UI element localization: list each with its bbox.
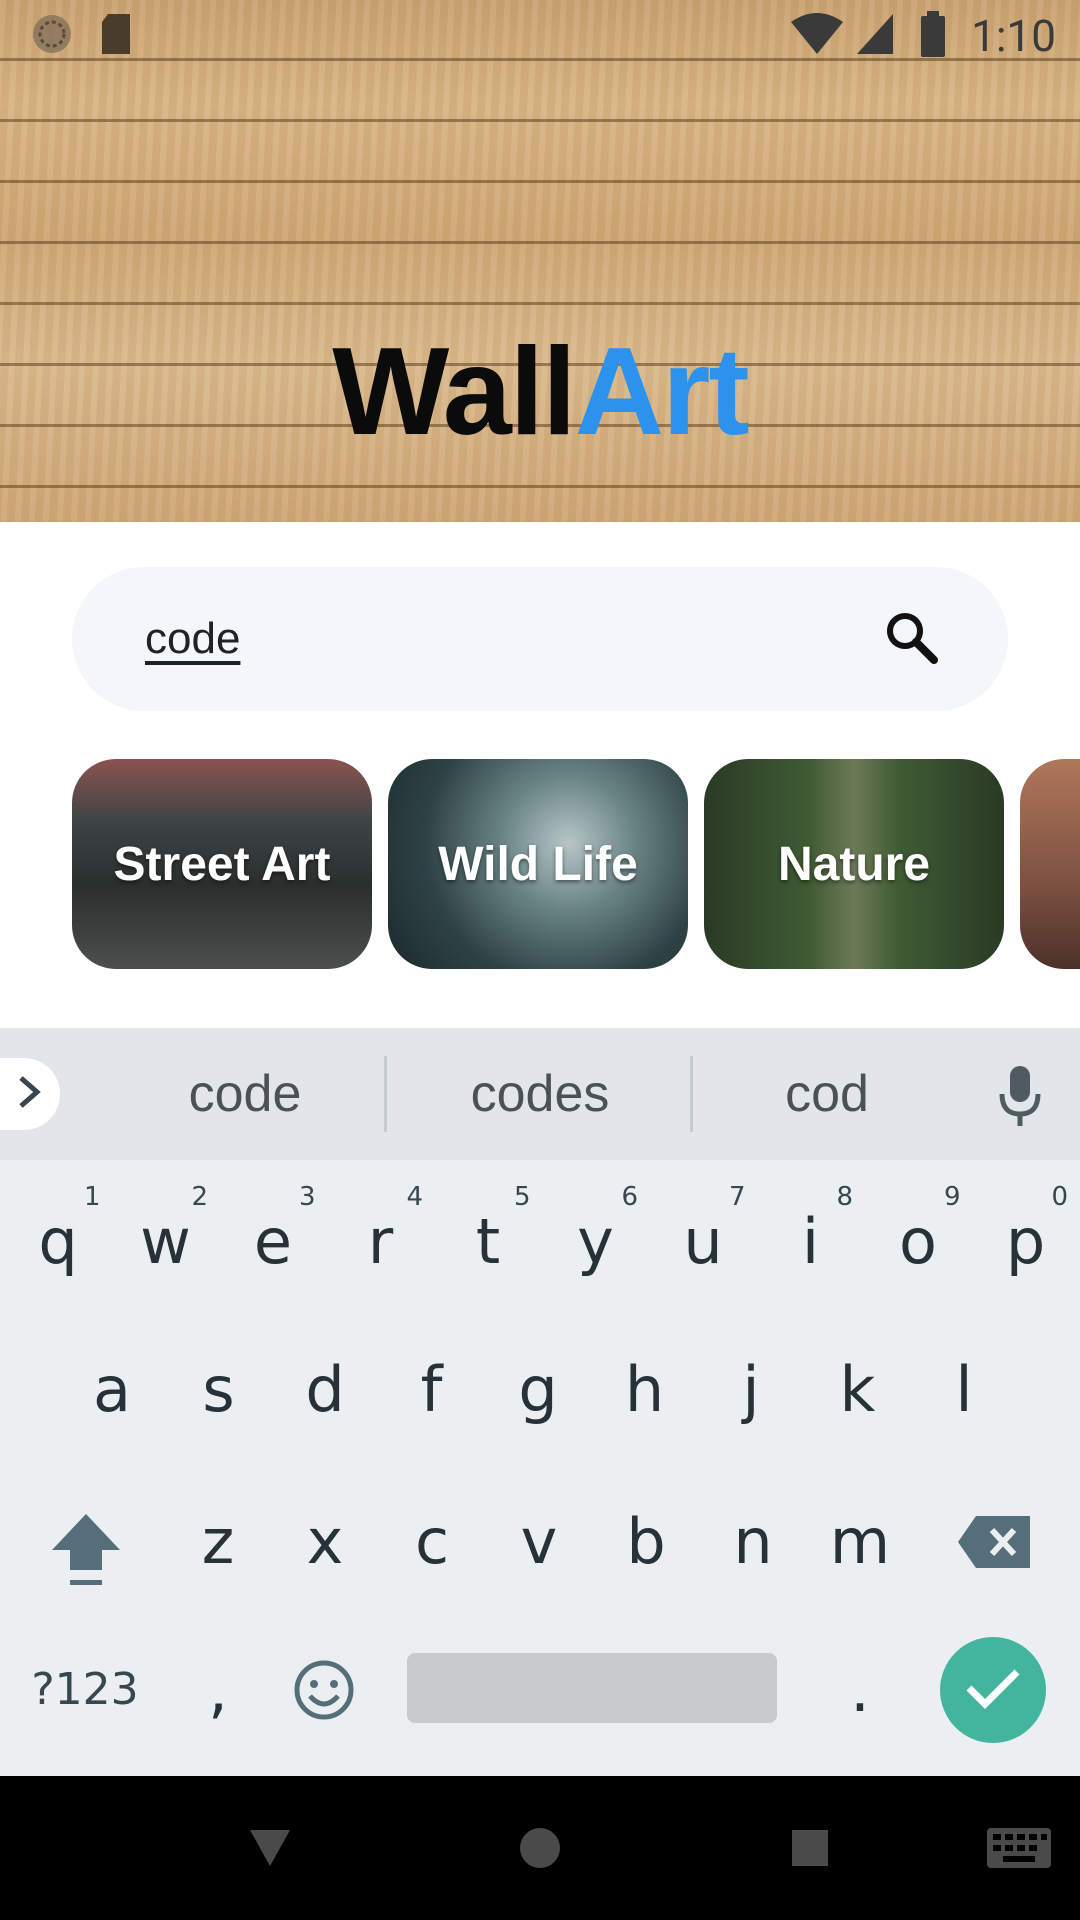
emoji-icon xyxy=(292,1660,356,1726)
search-bar[interactable]: code xyxy=(72,567,1008,711)
category-nature[interactable]: Nature xyxy=(704,759,1004,969)
suggestion-strip: code codes cod xyxy=(0,1028,1080,1160)
mic-icon[interactable] xyxy=(988,1064,1052,1128)
period-key[interactable]: . xyxy=(820,1650,900,1728)
search-icon[interactable] xyxy=(882,608,940,671)
app-title: WallArt xyxy=(0,330,1080,454)
key-1[interactable]: s xyxy=(174,1344,264,1434)
status-time: 1:10 xyxy=(971,10,1056,62)
back-icon[interactable] xyxy=(234,1812,306,1884)
app-title-wall: Wall xyxy=(332,323,576,461)
key-8[interactable]: l xyxy=(919,1344,1009,1434)
category-city[interactable] xyxy=(1020,759,1080,969)
key-hint: 1 xyxy=(84,1182,101,1212)
status-bar: 1:10 xyxy=(0,0,1080,72)
shift-key[interactable] xyxy=(48,1510,124,1590)
key-5[interactable]: n xyxy=(708,1496,798,1586)
key-4[interactable]: g xyxy=(493,1344,583,1434)
key-0[interactable]: a xyxy=(67,1344,157,1434)
key-7[interactable]: k xyxy=(813,1344,903,1434)
home-icon[interactable] xyxy=(504,1812,576,1884)
key-hint: 2 xyxy=(191,1182,209,1212)
backspace-icon xyxy=(956,1516,1032,1574)
key-4[interactable]: b xyxy=(601,1496,691,1586)
app-title-art: Art xyxy=(574,323,750,461)
suggestion-2[interactable]: codes xyxy=(390,1028,690,1160)
key-2[interactable]: d xyxy=(280,1344,370,1434)
key-hint: 9 xyxy=(944,1182,961,1212)
category-list: Street Art Wild Life Nature xyxy=(72,759,1080,969)
category-label: Wild Life xyxy=(438,837,638,891)
key-hint: 7 xyxy=(729,1182,746,1212)
recents-icon[interactable] xyxy=(774,1812,846,1884)
keyboard-switch-icon[interactable] xyxy=(983,1812,1055,1884)
key-6[interactable]: j xyxy=(706,1344,796,1434)
key-6[interactable]: m xyxy=(815,1496,905,1586)
category-label: Nature xyxy=(777,837,931,891)
suggestion-1[interactable]: code xyxy=(100,1028,390,1160)
search-input[interactable]: code xyxy=(145,614,882,664)
check-icon xyxy=(965,1666,1021,1715)
sd-card-icon xyxy=(98,12,134,61)
suggestion-expand-button[interactable] xyxy=(0,1058,60,1130)
chevron-right-icon xyxy=(15,1072,45,1117)
key-hint: 3 xyxy=(299,1182,316,1212)
battery-icon xyxy=(919,10,947,62)
key-3[interactable]: f xyxy=(387,1344,477,1434)
space-key[interactable] xyxy=(407,1653,777,1723)
category-label: Street Art xyxy=(113,837,331,891)
emoji-key[interactable] xyxy=(292,1658,356,1722)
signal-icon xyxy=(855,12,895,61)
backspace-key[interactable] xyxy=(956,1514,1032,1570)
key-hint: 6 xyxy=(621,1182,639,1212)
shift-icon xyxy=(48,1514,124,1594)
key-5[interactable]: h xyxy=(600,1344,690,1434)
enter-key[interactable] xyxy=(940,1637,1046,1743)
category-street-art[interactable]: Street Art xyxy=(72,759,372,969)
key-1[interactable]: x xyxy=(280,1496,370,1586)
key-3[interactable]: v xyxy=(494,1496,584,1586)
key-hint: 4 xyxy=(406,1182,424,1212)
key-2[interactable]: c xyxy=(387,1496,477,1586)
key-0[interactable]: z xyxy=(173,1496,263,1586)
suggestion-3[interactable]: cod xyxy=(696,1028,958,1160)
category-wild-life[interactable]: Wild Life xyxy=(388,759,688,969)
key-hint: 0 xyxy=(1051,1182,1069,1212)
suggestion-divider xyxy=(690,1056,693,1132)
navigation-bar xyxy=(0,1776,1080,1920)
header-banner: WallArt xyxy=(0,0,1080,522)
key-hint: 5 xyxy=(514,1182,531,1212)
key-hint: 8 xyxy=(836,1182,854,1212)
suggestion-divider xyxy=(384,1056,387,1132)
sync-icon xyxy=(30,12,74,61)
symbols-key[interactable]: ?123 xyxy=(20,1650,150,1728)
wifi-icon xyxy=(789,12,845,61)
comma-key[interactable]: , xyxy=(180,1650,256,1728)
